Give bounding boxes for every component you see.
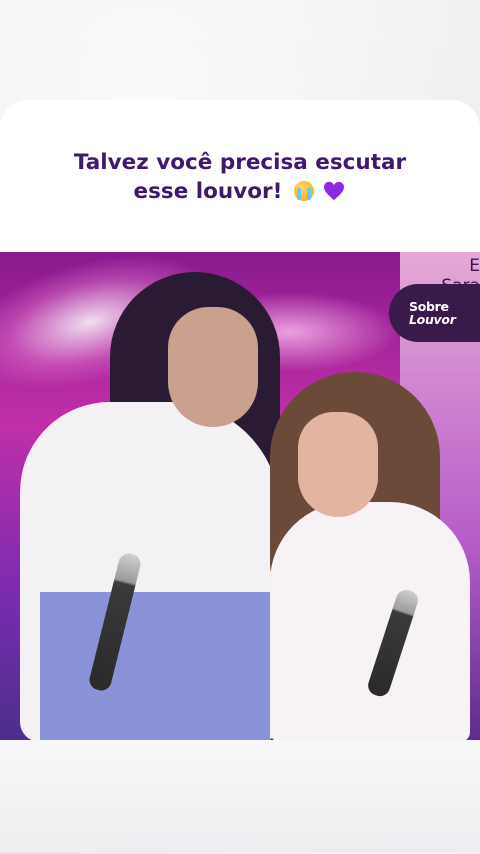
post-headline: Talvez você precisa escutar esse louvor!	[20, 148, 460, 206]
singer-left-skirt	[40, 592, 270, 740]
headline-line-1: Talvez você precisa escutar	[73, 150, 407, 175]
post-card: Talvez você precisa escutar esse louvor!…	[0, 100, 480, 852]
singer-right-body	[270, 502, 470, 740]
purple-heart-icon	[324, 181, 345, 201]
singers-photo: E Sara Sobre Louvor	[0, 252, 480, 740]
sobre-louvor-logo: Sobre Louvor	[389, 284, 480, 342]
backdrop-sign-line-1: E	[469, 256, 480, 276]
singer-left-face	[168, 307, 258, 427]
singer-right-face	[298, 412, 378, 517]
post-footer-area	[0, 740, 480, 852]
headline-line-2: esse louvor!	[133, 179, 283, 204]
crying-face-icon	[293, 181, 314, 201]
logo-line-2: Louvor	[409, 312, 456, 327]
